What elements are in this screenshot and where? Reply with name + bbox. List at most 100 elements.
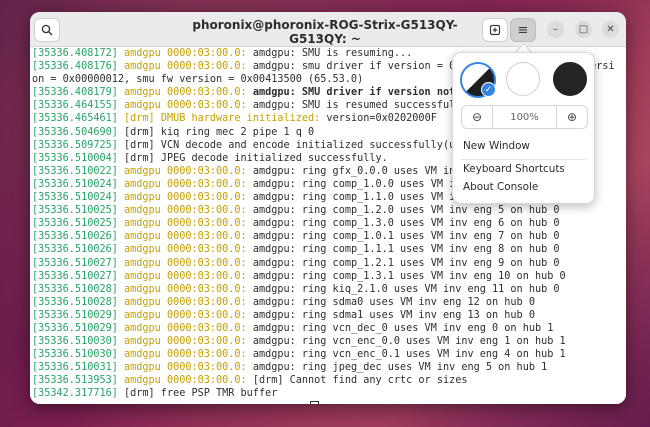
prompt-line[interactable]: phoronix@phoronix-ROG-Strix-G513QY-G513Q…	[32, 400, 626, 404]
log-device: amdgpu 0000:03:00.0:	[124, 349, 247, 361]
log-message: [drm] kiq ring mec 2 pipe 1 q 0	[117, 126, 315, 138]
chevron-down-icon[interactable]: ⌄	[315, 31, 323, 41]
minimize-button[interactable]: –	[547, 21, 564, 38]
log-message: amdgpu: ring vcn_dec_0 uses VM inv eng 0…	[246, 322, 554, 334]
log-device: amdgpu 0000:03:00.0:	[124, 231, 247, 243]
log-timestamp: [35336.513953]	[32, 375, 118, 387]
zoom-level[interactable]: 100%	[492, 106, 557, 128]
log-device: amdgpu 0000:03:00.0:	[124, 336, 247, 348]
log-device: amdgpu 0000:03:00.0:	[124, 61, 247, 73]
log-device: amdgpu 0000:03:00.0:	[124, 165, 247, 177]
terminal-line: [35336.510026] amdgpu 0000:03:00.0: amdg…	[32, 243, 626, 256]
log-timestamp: [35336.510026]	[32, 244, 118, 256]
log-timestamp: [35336.510004]	[32, 152, 118, 164]
log-message: amdgpu: ring comp_1.3.0 uses VM inv eng …	[246, 218, 560, 230]
log-device: amdgpu 0000:03:00.0:	[124, 375, 247, 387]
terminal-line: [35336.513953] amdgpu 0000:03:00.0: [drm…	[32, 374, 626, 387]
log-timestamp: [35336.504690]	[32, 126, 118, 138]
log-device: amdgpu 0000:03:00.0:	[124, 87, 247, 99]
log-timestamp: [35336.510029]	[32, 322, 118, 334]
log-timestamp: [35336.509725]	[32, 139, 118, 151]
log-timestamp: [35336.510024]	[32, 178, 118, 190]
terminal-line: [35336.510028] amdgpu 0000:03:00.0: amdg…	[32, 283, 626, 296]
log-device: amdgpu 0000:03:00.0:	[124, 322, 247, 334]
zoom-controls: ⊖ 100% ⊕	[461, 105, 588, 129]
new-tab-button[interactable]	[482, 18, 508, 42]
log-device: amdgpu 0000:03:00.0:	[124, 257, 247, 269]
log-device: amdgpu 0000:03:00.0:	[124, 48, 247, 59]
log-message: amdgpu: ring comp_1.0.1 uses VM inv eng …	[246, 231, 560, 243]
log-timestamp: [35336.510022]	[32, 165, 118, 177]
log-message: amdgpu: ring vcn_enc_0.1 uses VM inv eng…	[246, 349, 566, 361]
log-device: amdgpu 0000:03:00.0:	[124, 309, 247, 321]
log-device: amdgpu 0000:03:00.0:	[124, 244, 247, 256]
log-device: amdgpu 0000:03:00.0:	[124, 178, 247, 190]
maximize-icon: □	[578, 24, 589, 35]
terminal-line: [35336.510028] amdgpu 0000:03:00.0: amdg…	[32, 296, 626, 309]
log-timestamp: [35336.510028]	[32, 296, 118, 308]
terminal-line: [35336.510029] amdgpu 0000:03:00.0: amdg…	[32, 322, 626, 335]
close-icon: ✕	[606, 24, 615, 35]
window-title: phoronix@phoronix-ROG-Strix-G513QY-G513Q…	[192, 18, 458, 46]
log-timestamp: [35336.408172]	[32, 48, 118, 59]
text-cursor	[310, 400, 320, 404]
log-message: on = 0x00000012, smu fw version = 0x0041…	[32, 74, 364, 86]
menu-separator	[461, 159, 586, 160]
main-menu-popover: ✓ ⊖ 100% ⊕ New Window Keyboard Shortcuts…	[452, 52, 595, 204]
log-message: version=0x0202000F	[320, 113, 437, 125]
log-device: amdgpu 0000:03:00.0:	[124, 296, 247, 308]
log-message: amdgpu: ring comp_1.2.1 uses VM inv eng …	[246, 257, 560, 269]
terminal-line: [35336.510026] amdgpu 0000:03:00.0: amdg…	[32, 230, 626, 243]
light-theme-swatch[interactable]	[506, 62, 540, 96]
terminal-line: [35336.510027] amdgpu 0000:03:00.0: amdg…	[32, 257, 626, 270]
zoom-in-icon: ⊕	[566, 110, 578, 124]
log-message: [drm] free PSP TMR buffer	[117, 388, 278, 400]
log-timestamp: [35342.317716]	[32, 388, 118, 400]
close-button[interactable]: ✕	[602, 21, 619, 38]
log-timestamp: [35336.510024]	[32, 192, 118, 204]
maximize-button[interactable]: □	[575, 21, 592, 38]
minimize-icon: –	[553, 24, 558, 35]
log-timestamp: [35336.510025]	[32, 205, 118, 217]
log-message: amdgpu: ring kiq_2.1.0 uses VM inv eng 1…	[246, 283, 560, 295]
search-button[interactable]	[34, 18, 60, 42]
log-timestamp: [35336.510028]	[32, 283, 118, 295]
log-message: amdgpu: ring jpeg_dec uses VM inv eng 5 …	[246, 362, 548, 374]
main-menu-button[interactable]: ≡	[510, 18, 536, 42]
log-device: [drm] DMUB hardware initialized:	[124, 113, 321, 125]
log-timestamp: [35336.465461]	[32, 113, 118, 125]
zoom-in-button[interactable]: ⊕	[557, 106, 587, 128]
log-device: amdgpu 0000:03:00.0:	[124, 192, 247, 204]
log-timestamp: [35336.510029]	[32, 309, 118, 321]
log-timestamp: [35336.464155]	[32, 100, 118, 112]
log-message: amdgpu: ring sdma1 uses VM inv eng 13 on…	[246, 309, 535, 321]
menu-item-new-window[interactable]: New Window	[463, 140, 530, 152]
log-timestamp: [35336.408176]	[32, 61, 118, 73]
log-message: amdgpu: SMU is resumed successfully!	[246, 100, 474, 112]
dark-theme-swatch[interactable]	[553, 62, 587, 96]
log-message: [drm] JPEG decode initialized successful…	[117, 152, 388, 164]
log-timestamp: [35336.408179]	[32, 87, 118, 99]
zoom-out-icon: ⊖	[471, 110, 483, 124]
menu-item-about-console[interactable]: About Console	[463, 181, 538, 193]
log-message: amdgpu: ring sdma0 uses VM inv eng 12 on…	[246, 296, 535, 308]
zoom-out-button[interactable]: ⊖	[462, 106, 492, 128]
menu-item-keyboard-shortcuts[interactable]: Keyboard Shortcuts	[463, 163, 565, 175]
log-timestamp: [35336.510026]	[32, 231, 118, 243]
terminal-line: [35336.510030] amdgpu 0000:03:00.0: amdg…	[32, 335, 626, 348]
hamburger-menu-icon: ≡	[517, 22, 529, 38]
log-timestamp: [35336.510025]	[32, 218, 118, 230]
log-device: amdgpu 0000:03:00.0:	[124, 205, 247, 217]
check-icon: ✓	[481, 82, 496, 97]
log-timestamp: [35336.510030]	[32, 336, 118, 348]
terminal-line: [35336.510031] amdgpu 0000:03:00.0: amdg…	[32, 361, 626, 374]
log-message: amdgpu: ring comp_1.1.1 uses VM inv eng …	[246, 244, 560, 256]
log-message: amdgpu: SMU is resuming...	[246, 48, 413, 59]
terminal-line: [35336.510025] amdgpu 0000:03:00.0: amdg…	[32, 204, 626, 217]
new-tab-icon	[489, 24, 501, 36]
log-message: amdgpu: ring comp_1.3.1 uses VM inv eng …	[246, 270, 566, 282]
log-timestamp: [35336.510027]	[32, 257, 118, 269]
terminal-line: [35342.317716] [drm] free PSP TMR buffer	[32, 387, 626, 400]
terminal-line: [35336.510027] amdgpu 0000:03:00.0: amdg…	[32, 270, 626, 283]
log-timestamp: [35336.510031]	[32, 362, 118, 374]
